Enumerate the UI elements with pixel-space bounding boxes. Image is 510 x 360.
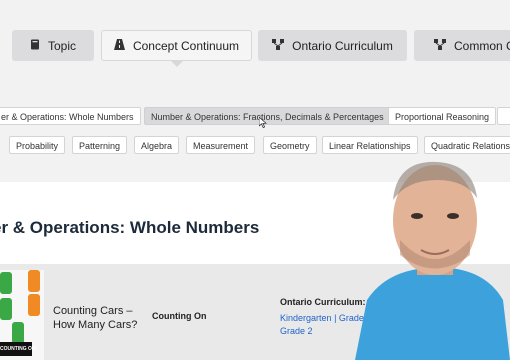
active-tab-caret [170,60,184,67]
filter-chip-selected[interactable]: Number & Operations: Fractions, Decimals… [144,107,391,125]
green-car-icon [0,298,12,320]
book-icon [30,39,40,53]
tab-label: Common Co [454,38,510,53]
filter-chip[interactable]: Patterning [72,136,128,154]
filter-chip[interactable]: Algebra [134,136,180,154]
tab-label: Ontario Curriculum [292,38,393,53]
resource-concept: Counting On [152,311,207,321]
thumbnail-label: COUNTING ON [0,342,36,356]
green-car-icon [12,322,24,344]
grade-link-kindergarten[interactable]: Kindergarten [280,313,332,323]
filter-chip[interactable]: Geometry [263,136,317,154]
filter-chip[interactable]: Measurement [186,136,256,154]
green-car-icon [0,272,12,294]
curriculum-label: Ontario Curriculum: [280,297,366,307]
orange-car-icon [28,294,40,316]
separator: | [334,313,337,323]
road-icon [113,38,125,53]
tab-concept-continuum[interactable]: Concept Continuum [101,30,252,67]
page-title: er & Operations: Whole Numbers [0,218,260,237]
hierarchy-icon [434,38,446,53]
hierarchy-icon [272,38,285,53]
filter-chip[interactable]: Proportional Reasoning [388,107,497,125]
presenter-video-overlay [355,161,510,360]
grade-link-grade-2[interactable]: Grade 2 [280,326,313,336]
mouse-cursor-icon [259,117,267,128]
filter-chip[interactable]: er & Operations: Whole Numbers [0,107,141,125]
orange-car-icon [28,270,40,292]
resource-title[interactable]: Counting Cars – How Many Cars? [53,304,143,332]
filter-chip[interactable]: Probability [9,136,66,154]
tab-common-core[interactable]: Common Co [414,30,510,61]
filter-chip-partial[interactable] [497,107,510,125]
tab-label: Topic [47,38,76,53]
tab-bar: Topic Concept Continuum Ontario Curricul… [0,0,510,76]
tab-ontario-curriculum[interactable]: Ontario Curriculum [258,30,407,61]
tab-topic[interactable]: Topic [12,30,94,61]
tab-label: Concept Continuum [132,38,240,53]
